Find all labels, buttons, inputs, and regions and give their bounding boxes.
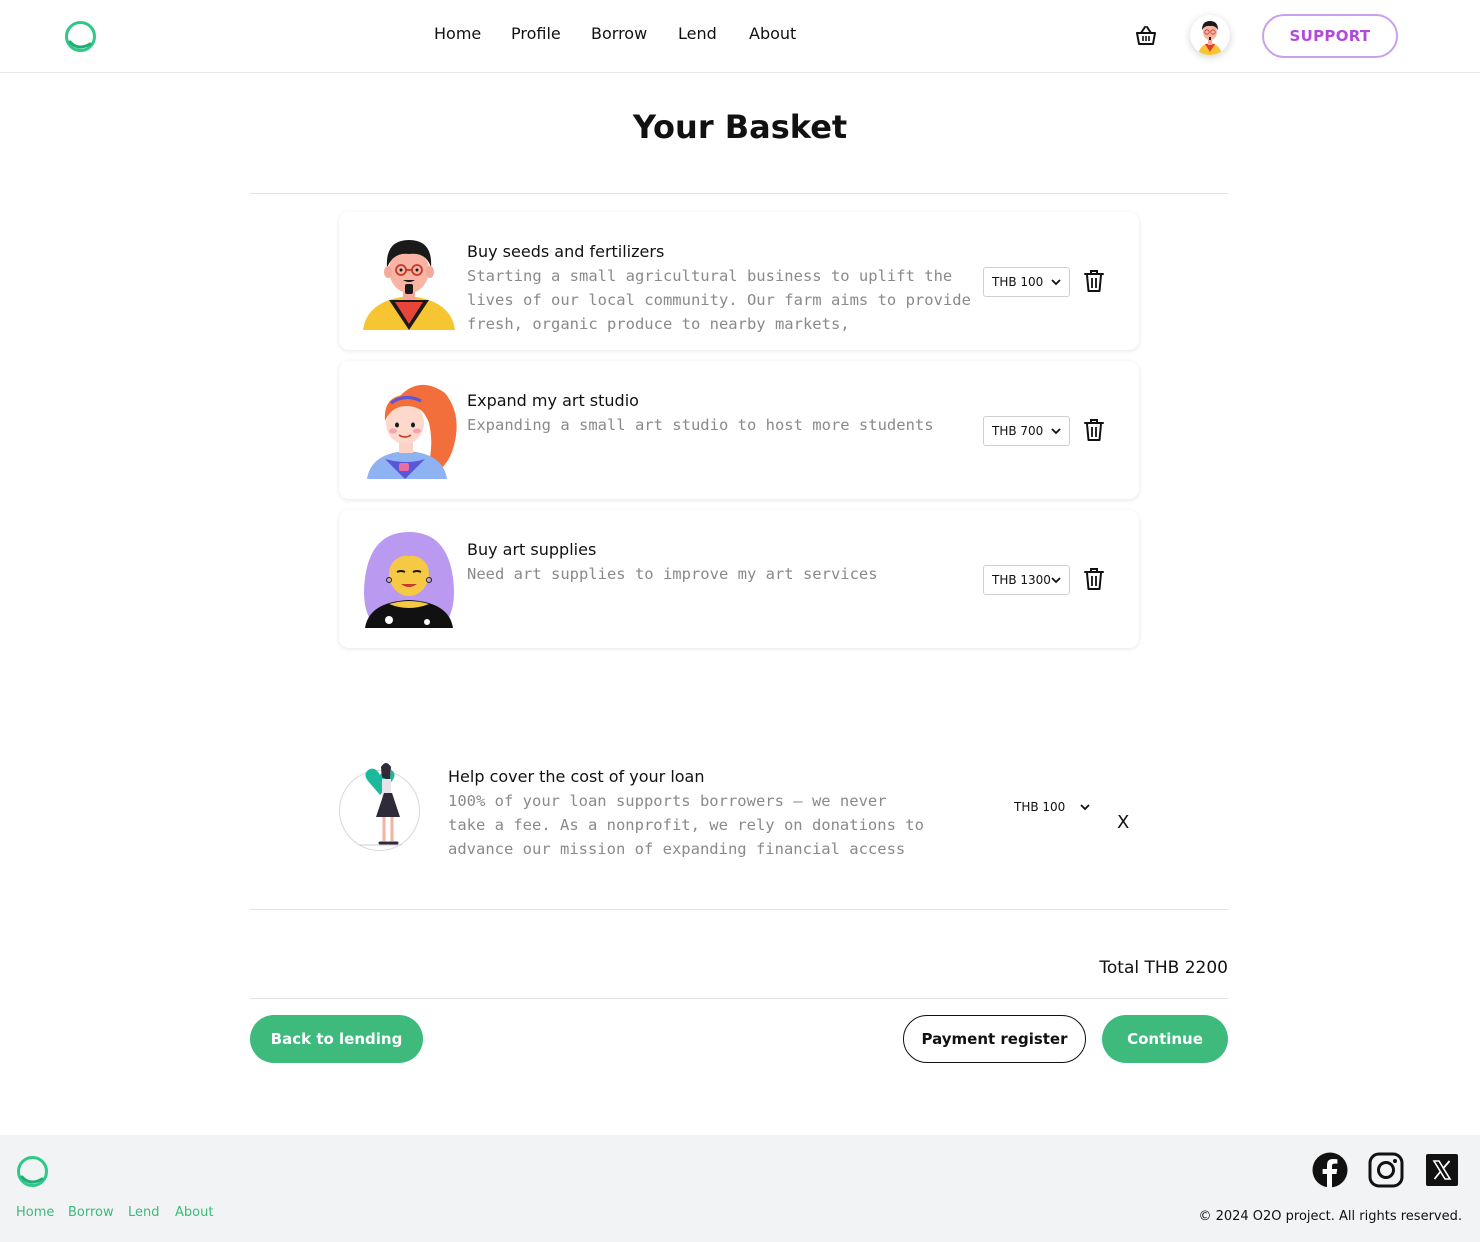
donation-description: 100% of your loan supports borrowers — w…: [448, 792, 924, 858]
ring-logo-icon[interactable]: [64, 20, 97, 53]
footer-link-lend[interactable]: Lend: [128, 1205, 160, 1220]
borrower-avatar: [364, 532, 454, 628]
item-title: Expand my art studio: [467, 391, 639, 410]
footer-link-about[interactable]: About: [175, 1205, 213, 1220]
facebook-icon[interactable]: [1312, 1152, 1348, 1188]
donation-illustration: [339, 763, 420, 851]
item-description: Starting a small agricultural business t…: [467, 267, 971, 333]
nav-home[interactable]: Home: [434, 24, 481, 43]
chevron-down-icon: [1051, 428, 1061, 435]
basket-item: Buy art supplies Need art supplies to im…: [339, 510, 1139, 648]
nav-profile[interactable]: Profile: [511, 24, 561, 43]
instagram-icon[interactable]: [1368, 1152, 1404, 1188]
page-title: Your Basket: [632, 108, 848, 146]
footer-link-home[interactable]: Home: [16, 1205, 54, 1220]
continue-button[interactable]: Continue: [1102, 1015, 1228, 1063]
divider: [250, 909, 1228, 910]
trash-icon[interactable]: [1084, 567, 1104, 591]
amount-value: THB 1300: [992, 573, 1051, 587]
divider: [250, 193, 1228, 194]
payment-register-button[interactable]: Payment register: [903, 1015, 1086, 1063]
chevron-down-icon: [1051, 577, 1061, 584]
item-title: Buy art supplies: [467, 540, 597, 559]
ring-logo-icon[interactable]: [16, 1155, 49, 1188]
item-description: Expanding a small art studio to host mor…: [467, 416, 934, 434]
user-avatar[interactable]: [1190, 15, 1230, 55]
amount-select[interactable]: THB 700: [983, 416, 1070, 446]
trash-icon[interactable]: [1084, 269, 1104, 293]
divider: [250, 998, 1228, 999]
amount-value: THB 700: [992, 424, 1044, 438]
chevron-down-icon: [1051, 279, 1061, 286]
donation-amount-value: THB 100: [1014, 800, 1066, 814]
trash-icon[interactable]: [1084, 418, 1104, 442]
basket-total: Total THB 2200: [1099, 958, 1228, 978]
donation-close-button[interactable]: X: [1117, 812, 1129, 833]
amount-select[interactable]: THB 1300: [983, 565, 1070, 595]
borrower-avatar: [367, 384, 457, 479]
basket-item: Expand my art studio Expanding a small a…: [339, 361, 1139, 499]
footer-link-borrow[interactable]: Borrow: [68, 1205, 114, 1220]
donation-title: Help cover the cost of your loan: [448, 767, 705, 786]
donation-amount-select[interactable]: THB 100: [1004, 795, 1096, 819]
chevron-down-icon: [1080, 804, 1090, 811]
footer: Home Borrow Lend About © 2024 O2O projec…: [0, 1135, 1480, 1242]
top-navbar: Home Profile Borrow Lend About SUPPORT: [0, 0, 1480, 73]
basket-icon[interactable]: [1134, 24, 1158, 48]
item-description: Need art supplies to improve my art serv…: [467, 565, 878, 583]
basket-item: Buy seeds and fertilizers Starting a sma…: [339, 212, 1139, 350]
amount-value: THB 100: [992, 275, 1044, 289]
amount-select[interactable]: THB 100: [983, 267, 1070, 297]
borrower-avatar: [363, 240, 455, 330]
support-button[interactable]: SUPPORT: [1262, 14, 1398, 58]
nav-lend[interactable]: Lend: [678, 24, 717, 43]
item-title: Buy seeds and fertilizers: [467, 242, 665, 261]
x-icon[interactable]: [1426, 1154, 1458, 1186]
copyright-text: © 2024 O2O project. All rights reserved.: [1198, 1209, 1462, 1224]
back-to-lending-button[interactable]: Back to lending: [250, 1015, 423, 1063]
nav-borrow[interactable]: Borrow: [591, 24, 647, 43]
nav-about[interactable]: About: [749, 24, 796, 43]
